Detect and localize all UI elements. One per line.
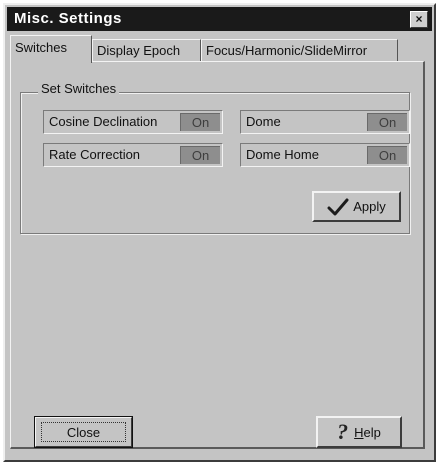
- close-icon: ×: [415, 12, 423, 26]
- help-button[interactable]: ? Help: [316, 416, 402, 448]
- switch-label: Dome: [246, 114, 281, 129]
- tab-display-epoch-label: Display Epoch: [97, 43, 181, 58]
- tab-display-epoch[interactable]: Display Epoch: [92, 39, 201, 61]
- switch-label: Cosine Declination: [49, 114, 158, 129]
- close-label: Close: [66, 424, 101, 440]
- rate-correction-toggle[interactable]: On: [180, 146, 220, 164]
- question-mark-icon: ?: [337, 419, 349, 444]
- switch-label: Rate Correction: [49, 147, 141, 162]
- help-label: Help: [354, 424, 381, 440]
- window-title: Misc. Settings: [14, 10, 122, 27]
- cosine-declination-toggle[interactable]: On: [180, 113, 220, 131]
- tab-switches-label: Switches: [15, 40, 68, 55]
- close-window-button[interactable]: ×: [410, 11, 428, 28]
- tab-focus-label: Focus/Harmonic/SlideMirror: [206, 43, 368, 58]
- switch-label: Dome Home: [246, 147, 319, 162]
- dome-home-toggle[interactable]: On: [367, 146, 407, 164]
- apply-button[interactable]: Apply: [312, 191, 401, 222]
- checkmark-icon: [327, 198, 349, 215]
- switch-rate-correction: Rate Correction On: [43, 143, 223, 167]
- tab-switches[interactable]: Switches: [10, 35, 92, 63]
- tab-focus-harmonic-slidemirror[interactable]: Focus/Harmonic/SlideMirror: [201, 39, 398, 61]
- switch-cosine-declination: Cosine Declination On: [43, 110, 223, 134]
- set-switches-label: Set Switches: [38, 81, 120, 96]
- title-bar: Misc. Settings ×: [7, 7, 432, 31]
- dome-toggle[interactable]: On: [367, 113, 407, 131]
- close-button[interactable]: Close: [34, 416, 133, 448]
- switch-dome: Dome On: [240, 110, 410, 134]
- switch-dome-home: Dome Home On: [240, 143, 410, 167]
- apply-label: Apply: [353, 199, 386, 214]
